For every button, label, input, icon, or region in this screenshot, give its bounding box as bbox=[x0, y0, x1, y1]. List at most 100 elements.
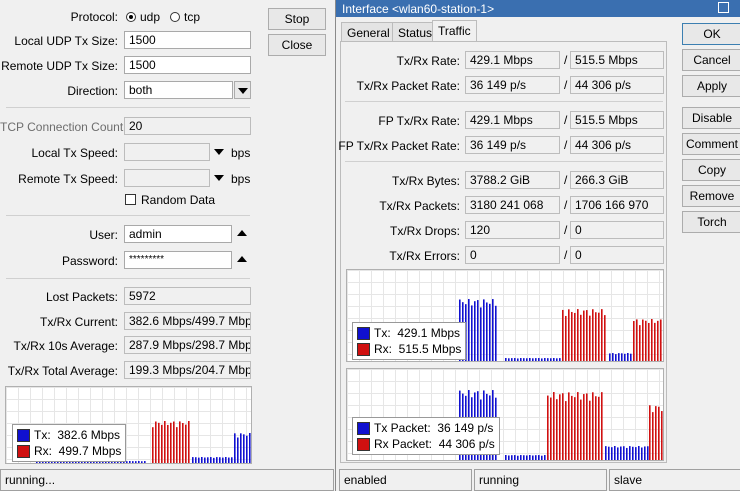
user-label: User: bbox=[89, 228, 118, 242]
traffic-bar bbox=[520, 455, 522, 460]
copy-button[interactable]: Copy bbox=[682, 159, 740, 181]
traffic-bar bbox=[571, 311, 573, 361]
traffic-bar bbox=[583, 394, 585, 460]
traffic-bar bbox=[152, 427, 154, 463]
tx-swatch bbox=[357, 326, 370, 340]
ok-button[interactable]: OK bbox=[682, 23, 740, 45]
tab-general[interactable]: General bbox=[341, 22, 396, 42]
legend-rx-value: 499.7 Mbps bbox=[58, 444, 122, 458]
protocol-udp-radio[interactable]: udp bbox=[126, 10, 160, 24]
remove-button[interactable]: Remove bbox=[682, 185, 740, 207]
direction-label: Direction: bbox=[67, 84, 118, 98]
cancel-button[interactable]: Cancel bbox=[682, 49, 740, 71]
fp-tx-packet-rate-value: 36 149 p/s bbox=[465, 136, 560, 154]
status-slave: slave bbox=[609, 469, 740, 491]
local-udp-size-input[interactable]: 1500 bbox=[124, 31, 251, 49]
traffic-bar bbox=[538, 358, 540, 361]
traffic-bar bbox=[623, 446, 625, 460]
user-input[interactable]: admin bbox=[124, 225, 232, 243]
rx-swatch bbox=[357, 342, 370, 356]
txrx-10s-average-label: Tx/Rx 10s Average: bbox=[13, 339, 119, 353]
remote-tx-speed-label: Remote Tx Speed: bbox=[18, 172, 118, 186]
protocol-tcp-radio[interactable]: tcp bbox=[170, 10, 200, 24]
traffic-bar bbox=[565, 315, 567, 361]
torch-button[interactable]: Torch bbox=[682, 211, 740, 233]
traffic-bar bbox=[532, 455, 534, 460]
traffic-bar bbox=[204, 457, 206, 463]
disable-button[interactable]: Disable bbox=[682, 107, 740, 129]
fp-tx-rate-value: 429.1 Mbps bbox=[465, 111, 560, 129]
traffic-bar bbox=[129, 461, 131, 463]
window-titlebar[interactable]: Interface <wlan60-station-1> bbox=[336, 0, 740, 17]
traffic-bar bbox=[532, 358, 534, 361]
direction-select[interactable]: both bbox=[124, 81, 233, 99]
tcp-connection-count-label: TCP Connection Count: bbox=[0, 120, 127, 134]
status-running: running bbox=[474, 469, 607, 491]
traffic-bar bbox=[639, 325, 641, 361]
interface-window: Interface <wlan60-station-1> General Sta… bbox=[335, 0, 740, 491]
radio-selected-icon bbox=[126, 12, 136, 22]
traffic-bar bbox=[562, 393, 564, 460]
comment-button[interactable]: Comment bbox=[682, 133, 740, 155]
apply-button[interactable]: Apply bbox=[682, 75, 740, 97]
traffic-bar bbox=[574, 312, 576, 361]
rx-rate-value: 515.5 Mbps bbox=[570, 51, 664, 69]
traffic-bar bbox=[216, 457, 218, 463]
traffic-bar bbox=[489, 303, 491, 361]
rx-packets-value: 1706 166 970 bbox=[570, 196, 664, 214]
traffic-bar bbox=[556, 399, 558, 460]
traffic-bar bbox=[508, 455, 510, 460]
traffic-bar bbox=[505, 455, 507, 460]
traffic-bar bbox=[508, 358, 510, 361]
traffic-bar bbox=[526, 358, 528, 361]
separator-slash: / bbox=[564, 223, 568, 237]
traffic-bar bbox=[483, 299, 485, 361]
traffic-bar bbox=[477, 300, 479, 361]
traffic-bar bbox=[176, 427, 178, 463]
traffic-bar bbox=[568, 309, 570, 361]
divider bbox=[345, 161, 663, 162]
traffic-bar bbox=[657, 320, 659, 361]
traffic-bar bbox=[559, 358, 561, 361]
chevron-up-icon[interactable] bbox=[237, 230, 247, 236]
traffic-bar bbox=[592, 309, 594, 361]
traffic-bar bbox=[633, 321, 635, 361]
traffic-bar bbox=[645, 320, 647, 361]
traffic-bar bbox=[647, 446, 649, 460]
traffic-bar bbox=[649, 405, 651, 460]
remote-udp-size-input[interactable]: 1500 bbox=[124, 56, 251, 74]
maximize-icon[interactable] bbox=[718, 2, 729, 13]
tx-drops-value: 120 bbox=[465, 221, 560, 239]
fp-rx-packet-rate-value: 44 306 p/s bbox=[570, 136, 664, 154]
close-button[interactable]: Close bbox=[268, 34, 326, 56]
local-tx-speed-input[interactable] bbox=[124, 143, 210, 161]
traffic-bar bbox=[577, 392, 579, 460]
tab-traffic[interactable]: Traffic bbox=[432, 20, 477, 42]
graph-legend: Tx: 382.6 Mbps Rx: 499.7 Mbps bbox=[12, 424, 127, 462]
stop-button[interactable]: Stop bbox=[268, 8, 326, 30]
traffic-bar bbox=[550, 397, 552, 460]
chevron-down-icon[interactable] bbox=[214, 149, 224, 155]
traffic-bar bbox=[641, 447, 643, 460]
rx-packet-rate-value: 44 306 p/s bbox=[570, 76, 664, 94]
chevron-up-icon[interactable] bbox=[237, 256, 247, 262]
traffic-bar bbox=[586, 393, 588, 460]
txrx-rate-label: Tx/Rx Rate: bbox=[396, 54, 460, 68]
rx-errors-value: 0 bbox=[570, 246, 664, 264]
password-input[interactable]: ********* bbox=[124, 251, 232, 269]
traffic-bar bbox=[192, 457, 194, 463]
tcp-option-label: tcp bbox=[184, 10, 201, 24]
traffic-bar bbox=[612, 353, 614, 361]
tcp-connection-count-input[interactable]: 20 bbox=[124, 117, 251, 135]
traffic-bar bbox=[523, 455, 525, 460]
traffic-bar bbox=[626, 447, 628, 460]
chevron-down-icon[interactable] bbox=[214, 175, 224, 181]
remote-tx-speed-input[interactable] bbox=[124, 169, 210, 187]
traffic-bar bbox=[609, 353, 611, 361]
separator-slash: / bbox=[564, 78, 568, 92]
direction-dropdown-button[interactable] bbox=[234, 81, 251, 99]
traffic-bar bbox=[201, 457, 203, 463]
traffic-bar bbox=[629, 446, 631, 460]
traffic-bar bbox=[654, 322, 656, 361]
random-data-checkbox[interactable]: Random Data bbox=[125, 193, 215, 207]
